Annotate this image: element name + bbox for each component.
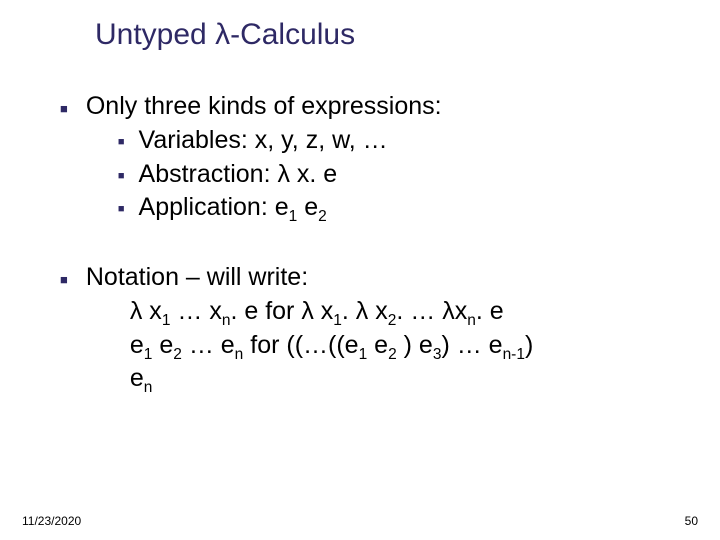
- notation-line1: λ x1 … xn. e for λ x1. λ x2. … λxn. e: [130, 295, 680, 329]
- variables-text: Variables: x, y, z, w, …: [139, 124, 388, 158]
- bullet-variables: ■ Variables: x, y, z, w, …: [118, 124, 680, 158]
- abstraction-text: Abstraction: λ x. e: [139, 158, 338, 192]
- square-bullet-icon: ■: [118, 202, 125, 217]
- bullet-abstraction: ■ Abstraction: λ x. e: [118, 158, 680, 192]
- square-bullet-icon: ■: [118, 135, 125, 150]
- bullet-kinds: ■ Only three kinds of expressions: ■ Var…: [60, 90, 680, 225]
- footer: 11/23/2020 50: [22, 514, 698, 528]
- footer-page: 50: [685, 514, 698, 528]
- bullet-notation: ■ Notation – will write: λ x1 … xn. e fo…: [60, 261, 680, 396]
- slide: Untyped λ-Calculus ■ Only three kinds of…: [0, 0, 720, 540]
- notation-line2: e1 e2 … en for ((…((e1 e2 ) e3) … en-1): [130, 329, 680, 363]
- kinds-lead: Only three kinds of expressions:: [86, 90, 680, 124]
- square-bullet-icon: ■: [60, 271, 68, 289]
- notation-line3: en: [130, 362, 680, 396]
- slide-content: ■ Only three kinds of expressions: ■ Var…: [60, 90, 680, 396]
- slide-title: Untyped λ-Calculus: [95, 18, 680, 52]
- notation-lead: Notation – will write:: [86, 261, 680, 295]
- square-bullet-icon: ■: [60, 100, 68, 118]
- square-bullet-icon: ■: [118, 169, 125, 184]
- application-text: Application: e1 e2: [139, 191, 327, 225]
- footer-date: 11/23/2020: [22, 514, 81, 528]
- bullet-application: ■ Application: e1 e2: [118, 191, 680, 225]
